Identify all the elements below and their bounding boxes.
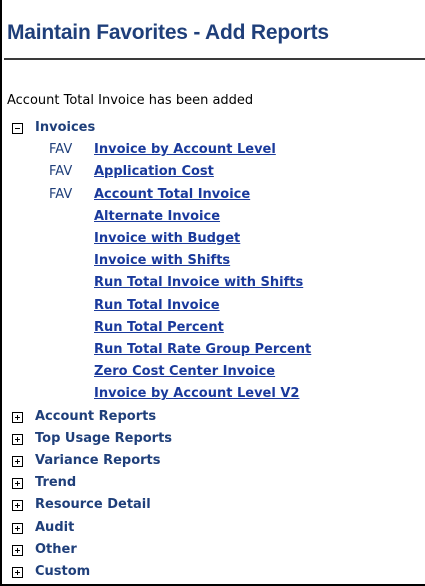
category-audit[interactable]: Audit (2, 520, 425, 540)
expand-icon[interactable] (12, 544, 23, 556)
report-link[interactable]: Run Total Percent (94, 320, 224, 335)
report-item: Run Total Invoice (2, 298, 425, 318)
category-label[interactable]: Invoices (35, 120, 95, 135)
report-item: Invoice with Budget (2, 231, 425, 251)
category-other[interactable]: Other (2, 542, 425, 562)
report-link[interactable]: Invoice with Budget (94, 231, 240, 246)
category-label[interactable]: Account Reports (35, 409, 156, 424)
report-item: Run Total Invoice with Shifts (2, 275, 425, 295)
report-item: Alternate Invoice (2, 209, 425, 229)
category-label[interactable]: Audit (35, 520, 74, 535)
category-top-usage-reports[interactable]: Top Usage Reports (2, 431, 425, 451)
category-label[interactable]: Custom (35, 564, 90, 579)
expand-icon[interactable] (12, 500, 23, 512)
category-account-reports[interactable]: Account Reports (2, 409, 425, 429)
report-item: Invoice with Shifts (2, 253, 425, 273)
report-link[interactable]: Run Total Invoice (94, 298, 220, 313)
category-resource-detail[interactable]: Resource Detail (2, 497, 425, 517)
report-item: Run Total Percent (2, 320, 425, 340)
report-link[interactable]: Zero Cost Center Invoice (94, 364, 275, 379)
expand-icon[interactable] (12, 433, 23, 445)
report-link[interactable]: Alternate Invoice (94, 209, 220, 224)
expand-icon[interactable] (12, 411, 23, 423)
report-link[interactable]: Run Total Invoice with Shifts (94, 275, 303, 290)
category-label[interactable]: Variance Reports (35, 453, 161, 468)
report-link[interactable]: Invoice with Shifts (94, 253, 230, 268)
report-item: Invoice by Account Level V2 (2, 386, 425, 406)
favorite-badge: FAV (49, 164, 73, 180)
category-custom[interactable]: Custom (2, 564, 425, 584)
page-frame: Maintain Favorites - Add Reports Account… (0, 0, 425, 586)
report-item: Zero Cost Center Invoice (2, 364, 425, 384)
report-item: FAV Application Cost (2, 164, 425, 184)
report-link[interactable]: Account Total Invoice (94, 187, 250, 202)
report-link[interactable]: Application Cost (94, 164, 214, 179)
category-label[interactable]: Top Usage Reports (35, 431, 172, 446)
title-divider (4, 58, 425, 60)
report-item: Run Total Rate Group Percent (2, 342, 425, 362)
report-link[interactable]: Invoice by Account Level (94, 142, 276, 157)
favorite-badge: FAV (49, 186, 73, 202)
category-label[interactable]: Trend (35, 475, 76, 490)
report-link[interactable]: Run Total Rate Group Percent (94, 342, 311, 357)
report-link[interactable]: Invoice by Account Level V2 (94, 386, 299, 401)
report-item: FAV Account Total Invoice (2, 187, 425, 207)
collapse-icon[interactable] (12, 123, 23, 134)
expand-icon[interactable] (12, 522, 23, 534)
expand-icon[interactable] (12, 478, 23, 490)
category-variance-reports[interactable]: Variance Reports (2, 453, 425, 473)
expand-icon[interactable] (12, 456, 23, 467)
favorite-badge: FAV (49, 142, 73, 158)
category-trend[interactable]: Trend (2, 475, 425, 495)
page-title: Maintain Favorites - Add Reports (7, 21, 329, 44)
category-label[interactable]: Other (35, 542, 77, 557)
expand-icon[interactable] (12, 567, 23, 578)
category-label[interactable]: Resource Detail (35, 497, 151, 512)
status-message: Account Total Invoice has been added (7, 93, 254, 108)
category-invoices[interactable]: Invoices (2, 120, 425, 140)
report-item: FAV Invoice by Account Level (2, 142, 425, 162)
